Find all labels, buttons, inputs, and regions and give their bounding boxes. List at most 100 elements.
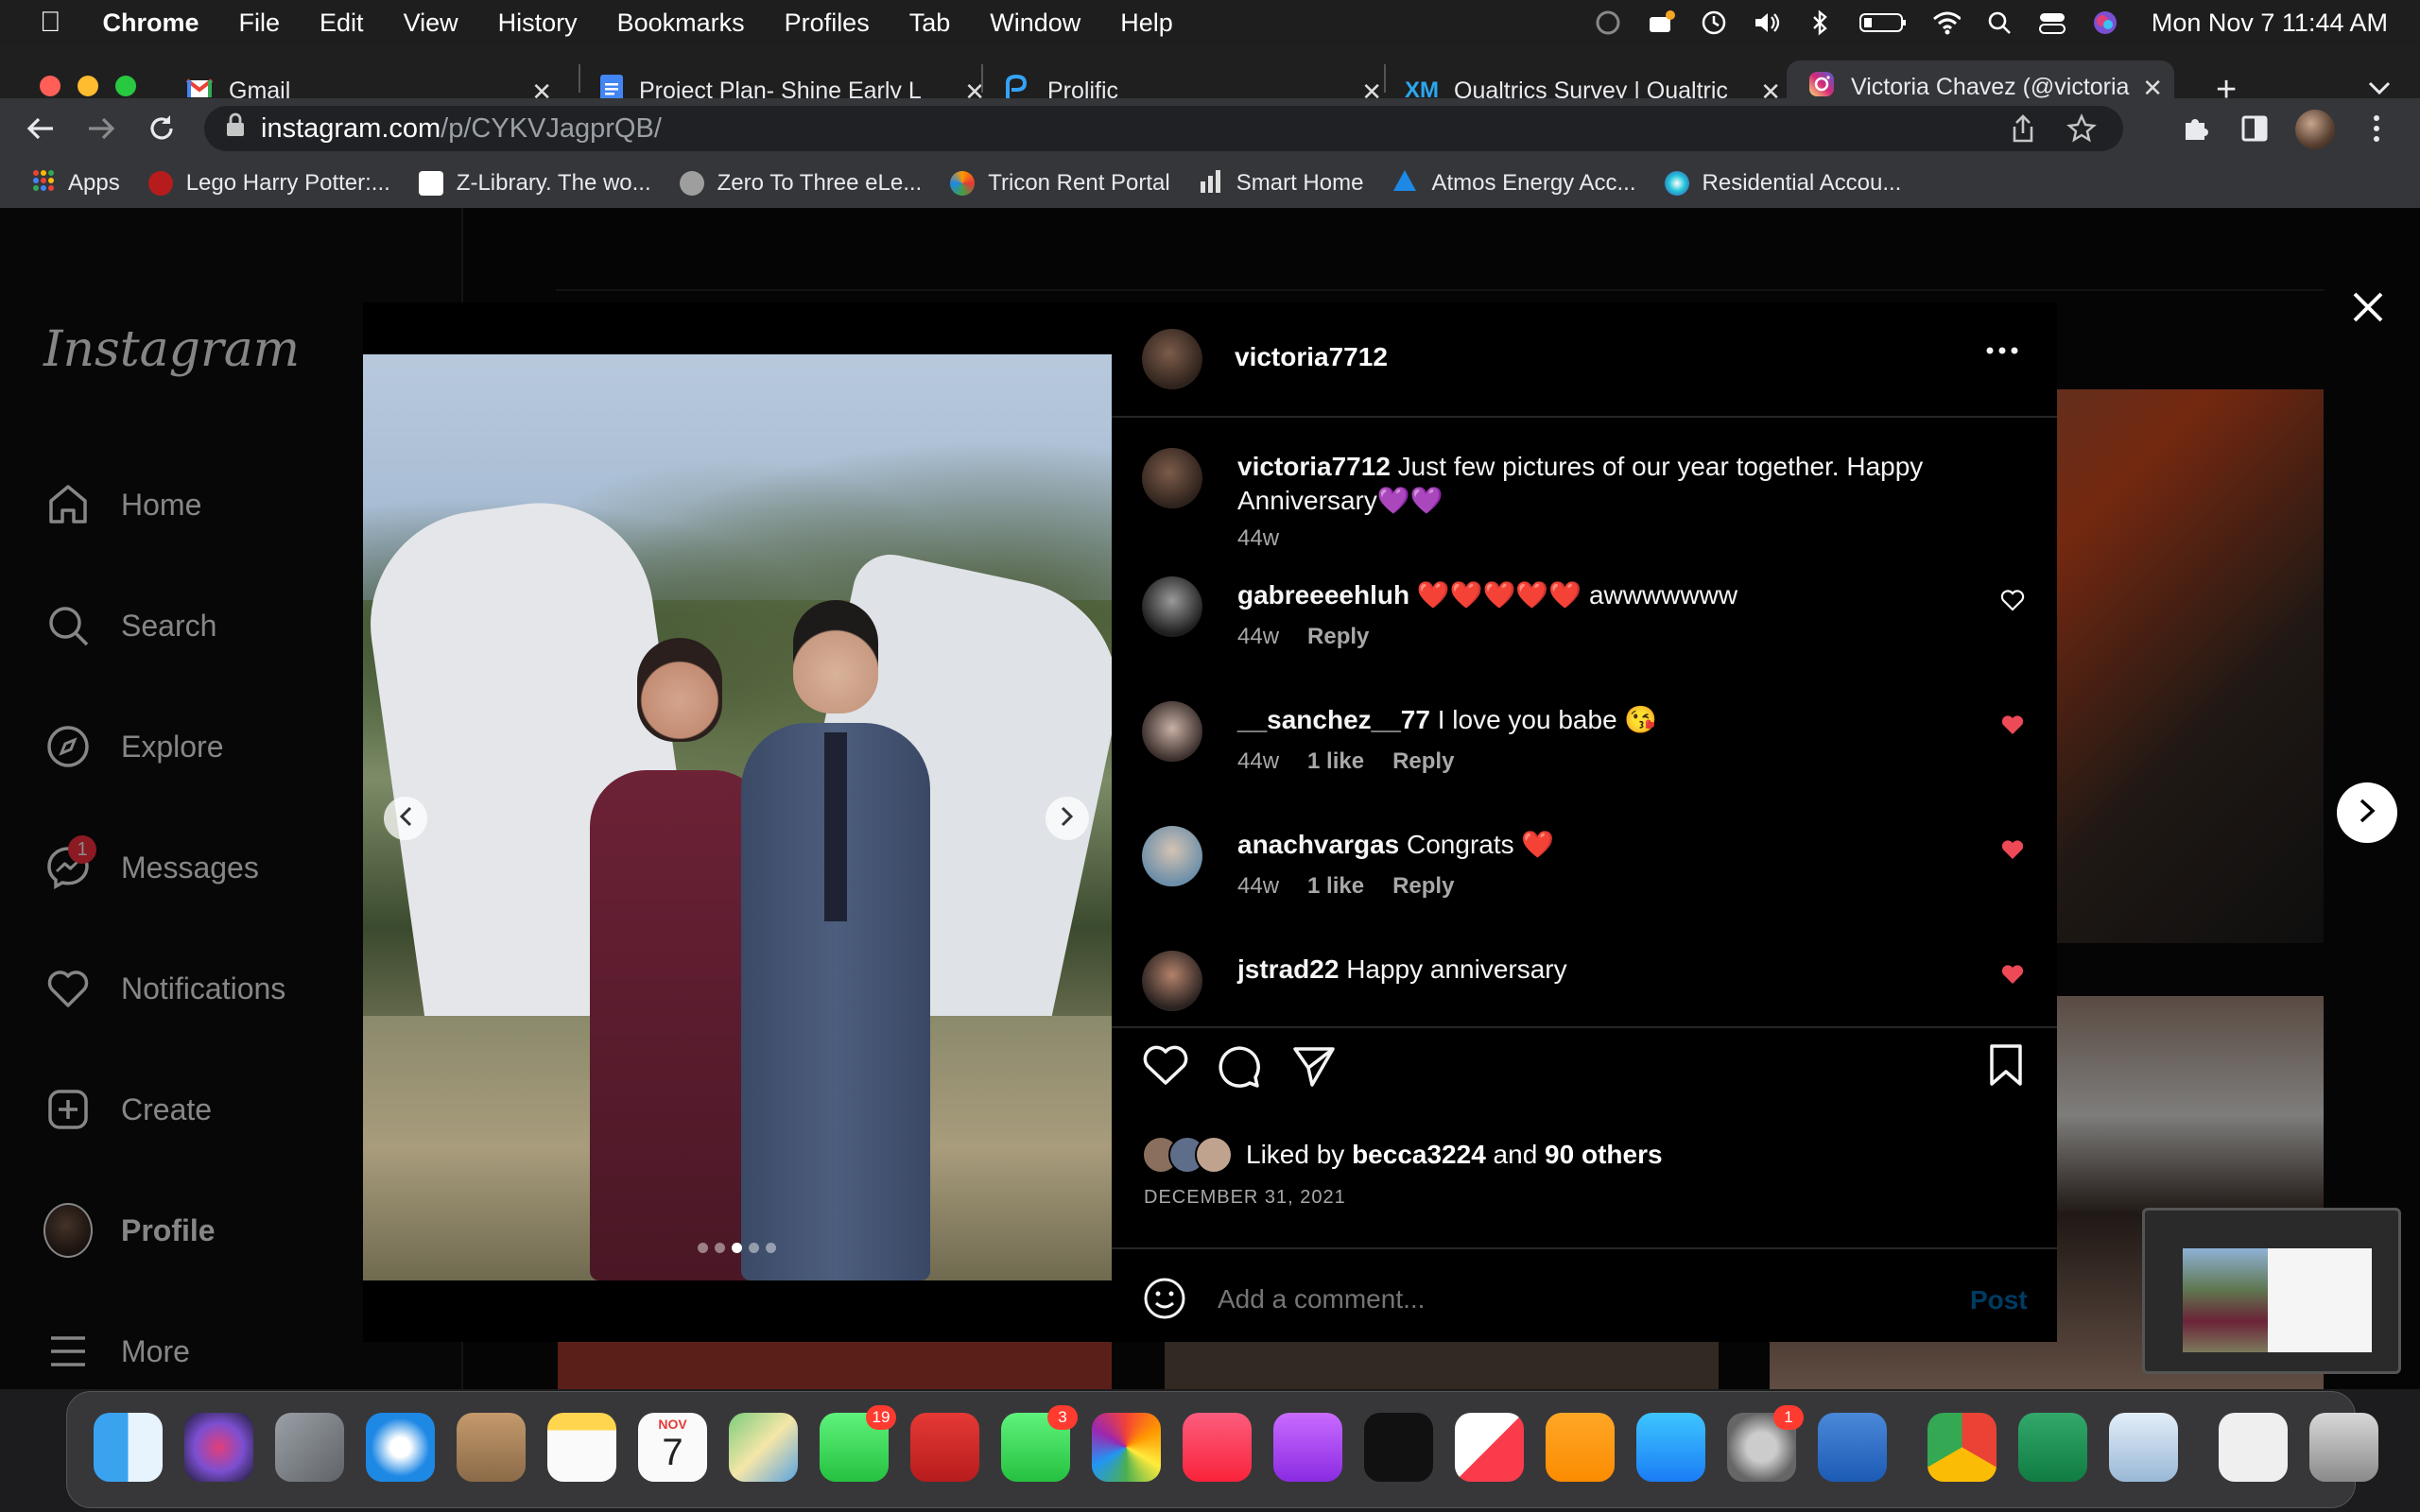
comment-reply-button[interactable]: Reply	[1392, 748, 1454, 774]
comment-like-heart-icon[interactable]	[2000, 588, 2025, 612]
avatar[interactable]	[1142, 701, 1202, 762]
carousel-next-button[interactable]	[1046, 797, 1089, 840]
avatar[interactable]	[1142, 951, 1202, 1011]
siri-icon[interactable]	[2091, 9, 2119, 37]
like-heart-icon[interactable]	[1142, 1043, 1189, 1091]
music-icon[interactable]	[1183, 1413, 1252, 1482]
bookmark-z-library[interactable]: Z-Library. The wo...	[418, 170, 651, 197]
bookmark-atmos-energy[interactable]: Atmos Energy Acc...	[1392, 168, 1636, 199]
notification-icon[interactable]	[1647, 9, 1675, 37]
calendar-icon[interactable]: NOV 7	[638, 1413, 707, 1482]
liked-by-others[interactable]: 90 others	[1545, 1140, 1663, 1170]
contacts-icon[interactable]	[457, 1413, 526, 1482]
comment-time[interactable]: 44w	[1237, 873, 1279, 899]
author-username[interactable]: victoria7712	[1235, 342, 1388, 372]
post-photo[interactable]	[363, 354, 1112, 1280]
bookmark-star-icon[interactable]	[2066, 113, 2097, 151]
close-modal-icon[interactable]	[2350, 289, 2386, 330]
comment-liked-heart-icon[interactable]	[2000, 837, 2025, 862]
back-icon[interactable]	[25, 113, 57, 148]
address-bar[interactable]: instagram.com/p/CYKVJagprQB/	[204, 106, 2123, 151]
time-machine-icon[interactable]	[1700, 9, 1728, 37]
apple-tv-icon[interactable]	[1364, 1413, 1433, 1482]
comment-username[interactable]: jstrad22	[1237, 954, 1339, 984]
liked-by-user[interactable]: becca3224	[1352, 1140, 1486, 1170]
preview-icon[interactable]	[2109, 1413, 2178, 1482]
comment-likes[interactable]: 1 like	[1307, 873, 1364, 899]
menu-app-name[interactable]: Chrome	[103, 9, 199, 38]
photobooth-icon[interactable]	[910, 1413, 979, 1482]
comments-list[interactable]: victoria7712 Just few pictures of our ye…	[1112, 418, 2057, 1047]
control-center-icon[interactable]	[2038, 9, 2066, 37]
word-icon[interactable]	[1818, 1413, 1887, 1482]
menu-file[interactable]: File	[239, 9, 281, 38]
siri-icon[interactable]	[184, 1413, 253, 1482]
comment-username[interactable]: anachvargas	[1237, 830, 1399, 859]
bookmark-lego-harry-potter[interactable]: Lego Harry Potter:...	[147, 170, 390, 197]
menu-tab[interactable]: Tab	[909, 9, 951, 38]
bookmark-apps[interactable]: Apps	[32, 169, 120, 198]
post-date[interactable]: DECEMBER 31, 2021	[1144, 1187, 1346, 1209]
zoom-window-button[interactable]	[115, 76, 136, 96]
forward-icon[interactable]	[85, 113, 117, 148]
caption-time[interactable]: 44w	[1237, 525, 1279, 551]
photos-icon[interactable]	[1092, 1413, 1161, 1482]
author-avatar[interactable]	[1142, 329, 1202, 389]
comment-liked-heart-icon[interactable]	[2000, 962, 2025, 987]
trash-icon[interactable]	[2309, 1413, 2378, 1482]
comment-liked-heart-icon[interactable]	[2000, 713, 2025, 737]
menu-history[interactable]: History	[498, 9, 578, 38]
notes-icon[interactable]	[547, 1413, 616, 1482]
reload-icon[interactable]	[146, 112, 178, 149]
more-options-icon[interactable]	[1985, 344, 2019, 361]
chrome-menu-icon[interactable]	[2369, 112, 2384, 150]
bookmark-smart-home[interactable]: Smart Home	[1199, 168, 1363, 199]
podcasts-icon[interactable]	[1273, 1413, 1342, 1482]
bluetooth-icon[interactable]	[1806, 9, 1834, 37]
lock-icon[interactable]	[225, 112, 246, 145]
wifi-icon[interactable]	[1932, 9, 1961, 37]
liker-avatars[interactable]	[1142, 1136, 1233, 1174]
launchpad-icon[interactable]	[275, 1413, 344, 1482]
side-panel-icon[interactable]	[2240, 114, 2269, 147]
menubar-clock[interactable]: Mon Nov 7 11:44 AM	[2152, 9, 2388, 38]
menu-edit[interactable]: Edit	[320, 9, 364, 38]
books-icon[interactable]	[1546, 1413, 1615, 1482]
screenshot-thumbnail[interactable]	[2142, 1208, 2401, 1374]
comment-time[interactable]: 44w	[1237, 624, 1279, 649]
finder-icon[interactable]	[94, 1413, 163, 1482]
comment-time[interactable]: 44w	[1237, 748, 1279, 774]
comment-username[interactable]: __sanchez__77	[1237, 705, 1430, 734]
spotlight-icon[interactable]	[1985, 9, 2014, 37]
comment-username[interactable]: gabreeeehluh	[1237, 580, 1409, 610]
extensions-icon[interactable]	[2180, 113, 2210, 148]
bookmark-zero-to-three[interactable]: Zero To Three eLe...	[679, 170, 922, 197]
comment-reply-button[interactable]: Reply	[1392, 873, 1454, 899]
system-preferences-icon[interactable]: 1	[1727, 1405, 1804, 1482]
excel-icon[interactable]	[2018, 1413, 2087, 1482]
bookmark-residential[interactable]: Residential Accou...	[1664, 170, 1901, 197]
pdf-document-icon[interactable]	[2219, 1413, 2288, 1482]
menu-bookmarks[interactable]: Bookmarks	[617, 9, 745, 38]
comment-reply-button[interactable]: Reply	[1307, 624, 1369, 649]
avatar[interactable]	[1142, 448, 1202, 508]
save-bookmark-icon[interactable]	[1987, 1043, 2025, 1091]
next-post-button[interactable]	[2337, 782, 2397, 843]
battery-icon[interactable]	[1858, 9, 1908, 37]
menu-view[interactable]: View	[404, 9, 458, 38]
volume-icon[interactable]	[1753, 9, 1781, 37]
carousel-prev-button[interactable]	[384, 797, 427, 840]
avatar[interactable]	[1142, 576, 1202, 637]
chrome-icon[interactable]	[1927, 1413, 1996, 1482]
news-icon[interactable]	[1455, 1413, 1524, 1482]
post-comment-button[interactable]: Post	[1970, 1285, 2028, 1315]
menu-window[interactable]: Window	[990, 9, 1080, 38]
close-window-button[interactable]	[40, 76, 60, 96]
apple-menu-icon[interactable]: 	[40, 7, 61, 39]
focus-icon[interactable]	[1594, 9, 1622, 37]
comment-username[interactable]: victoria7712	[1237, 452, 1391, 481]
profile-avatar[interactable]	[2295, 110, 2335, 149]
comment-likes[interactable]: 1 like	[1307, 748, 1364, 774]
messages-icon[interactable]: 19	[820, 1405, 896, 1482]
share-plane-icon[interactable]	[1291, 1043, 1337, 1093]
